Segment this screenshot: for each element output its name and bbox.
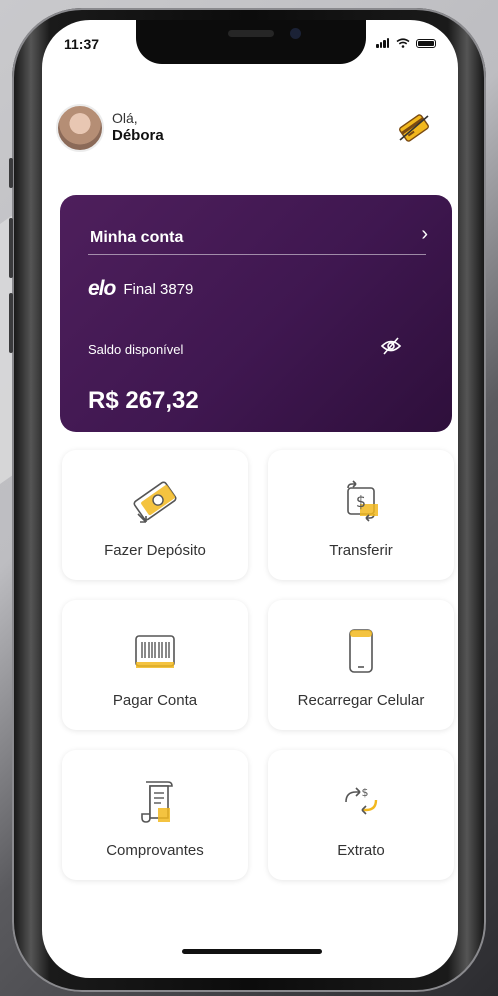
app-screen: 11:37 Olá, Débora Minha conta › elo Fina… (42, 20, 458, 978)
front-camera (290, 28, 301, 39)
account-card[interactable]: Minha conta › elo Final 3879 Saldo dispo… (60, 195, 452, 432)
action-label: Pagar Conta (112, 692, 198, 709)
action-transferir[interactable]: $ Transferir (268, 450, 454, 580)
statement-cycle-icon: $ (345, 786, 378, 815)
action-pagar-conta[interactable]: Pagar Conta (62, 600, 248, 730)
action-fazer-deposito[interactable]: Fazer Depósito (62, 450, 248, 580)
volume-down-button (9, 293, 13, 353)
action-label: Comprovantes (106, 842, 204, 859)
action-comprovantes[interactable]: Comprovantes (62, 750, 248, 880)
elo-logo: elo (88, 277, 116, 300)
action-label: Extrato (337, 842, 385, 859)
eye-off-icon[interactable] (380, 335, 402, 357)
chevron-right-icon[interactable]: › (421, 223, 428, 246)
receipt-icon (141, 781, 173, 823)
card-final: Final 3879 (123, 280, 194, 298)
balance-amount: R$ 267,32 (88, 387, 199, 414)
greeting-text: Olá, (112, 109, 138, 126)
action-label: Transferir (329, 542, 393, 559)
status-icons (376, 38, 436, 48)
action-label: Recarregar Celular (297, 692, 425, 709)
user-name: Débora (112, 127, 164, 145)
svg-text:$: $ (356, 492, 366, 511)
avatar[interactable] (56, 104, 104, 152)
balance-label: Saldo disponível (88, 342, 184, 357)
user-header: Olá, Débora (56, 104, 164, 152)
wifi-icon (396, 38, 410, 48)
battery-icon (416, 38, 436, 48)
deposit-money-icon (133, 481, 177, 523)
notch (136, 20, 366, 64)
transfer-money-icon: $ (347, 480, 378, 522)
status-time: 11:37 (64, 36, 100, 52)
home-indicator[interactable] (182, 949, 322, 954)
card-block-icon[interactable] (394, 108, 434, 148)
signal-icon (376, 38, 390, 48)
mobile-phone-icon (349, 629, 373, 673)
card-brand-row: elo Final 3879 (88, 277, 193, 301)
action-recarregar-celular[interactable]: Recarregar Celular (268, 600, 454, 730)
account-title: Minha conta (90, 229, 184, 246)
action-label: Fazer Depósito (104, 542, 206, 559)
barcode-icon (135, 635, 175, 668)
svg-text:$: $ (362, 786, 369, 799)
speaker (228, 30, 274, 37)
action-extrato[interactable]: $ Extrato (268, 750, 454, 880)
mute-switch (9, 158, 13, 188)
volume-up-button (9, 218, 13, 278)
account-divider (88, 254, 426, 255)
